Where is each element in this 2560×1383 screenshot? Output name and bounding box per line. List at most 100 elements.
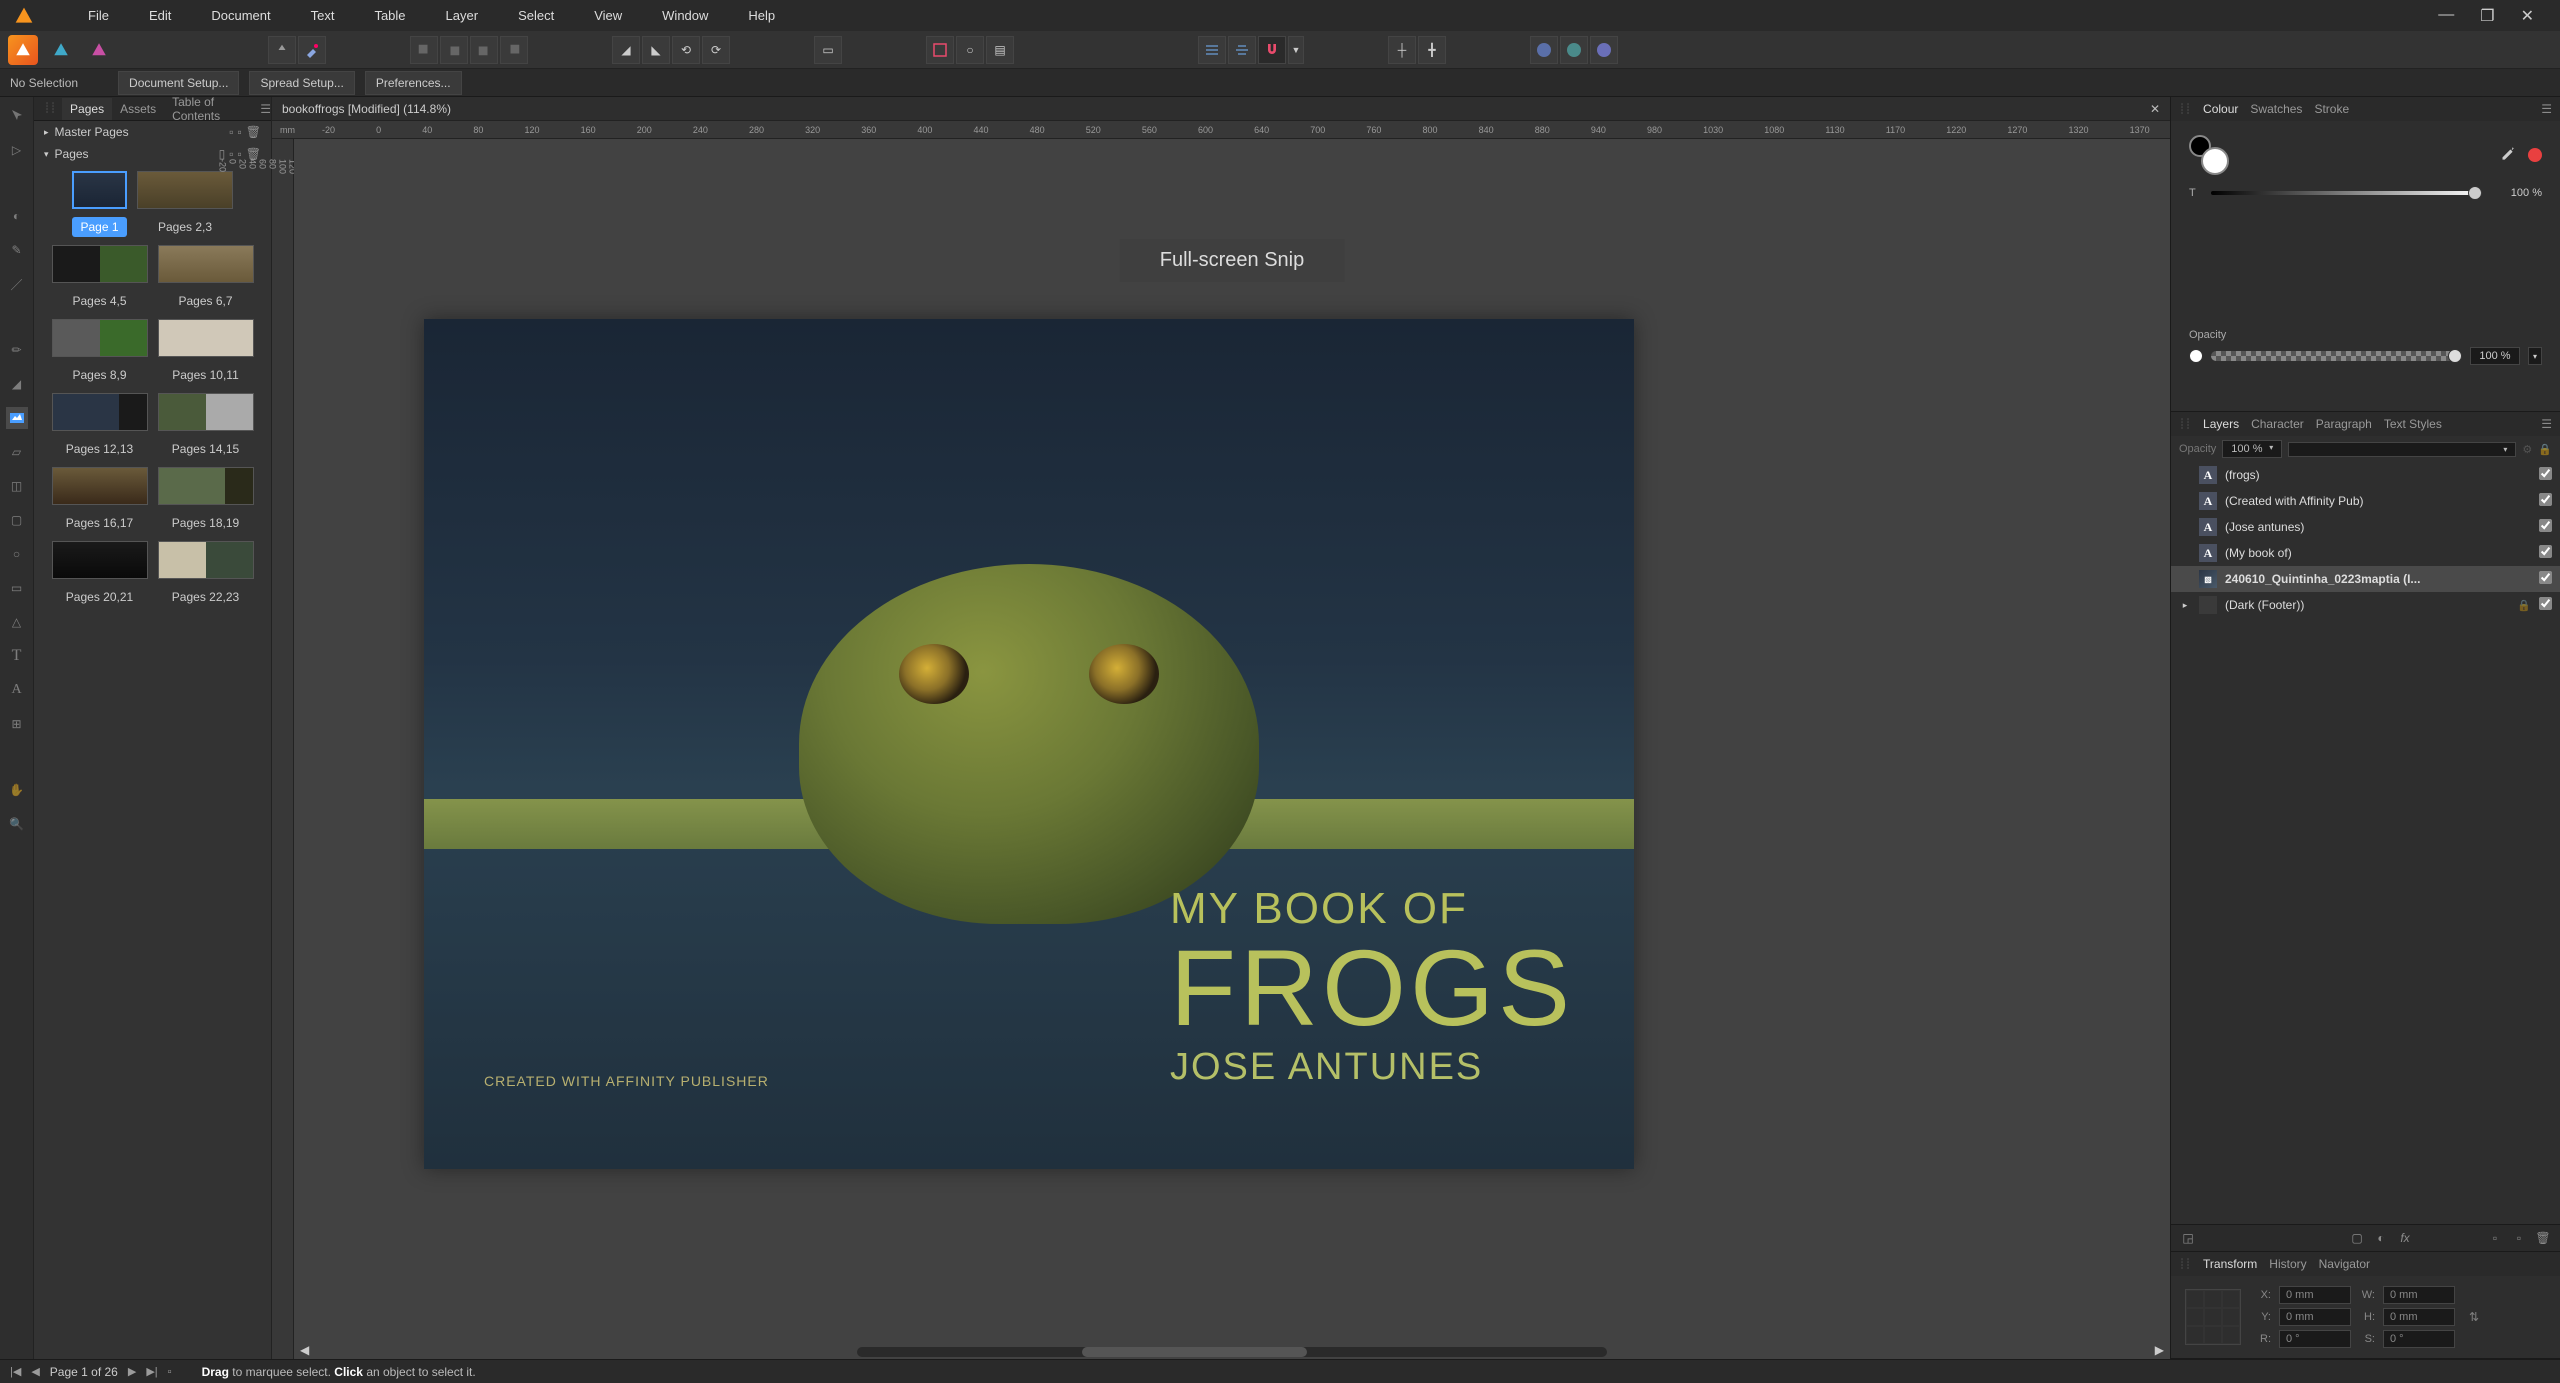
- layer-row[interactable]: ▧ 240610_Quintinha_0223maptia (I...: [2171, 566, 2560, 592]
- layer-row[interactable]: A (Jose antunes): [2171, 514, 2560, 540]
- frame-text-tool-icon[interactable]: A: [6, 679, 28, 701]
- opacity-slider[interactable]: [2211, 351, 2462, 361]
- layer-options-icon[interactable]: ⚙: [2522, 443, 2532, 456]
- picture-frame-tool-icon[interactable]: [6, 407, 28, 429]
- eyedropper-icon[interactable]: [2498, 145, 2518, 165]
- tab-textstyles[interactable]: Text Styles: [2384, 417, 2442, 431]
- page-thumb-12-13[interactable]: [52, 393, 148, 431]
- panel-menu-icon[interactable]: ☰: [2541, 417, 2552, 431]
- pencil-tool-icon[interactable]: ／: [6, 273, 28, 295]
- document-close-icon[interactable]: ✕: [2150, 102, 2160, 116]
- cover-footer[interactable]: CREATED WITH AFFINITY PUBLISHER: [484, 1073, 769, 1089]
- spread-setup-button[interactable]: Spread Setup...: [249, 71, 354, 95]
- sphere-3-icon[interactable]: [1590, 36, 1618, 64]
- snapping-dropdown-icon[interactable]: ▼: [1288, 36, 1304, 64]
- layer-row[interactable]: A (Created with Affinity Pub): [2171, 488, 2560, 514]
- preview-mode-icon[interactable]: [926, 36, 954, 64]
- clip-canvas-icon[interactable]: ○: [956, 36, 984, 64]
- designer-persona-icon[interactable]: [46, 35, 76, 65]
- tab-swatches[interactable]: Swatches: [2250, 102, 2302, 116]
- page-thumb-20-21[interactable]: [52, 541, 148, 579]
- insert-inside-icon[interactable]: ╋: [1418, 36, 1446, 64]
- artistic-text-tool-icon[interactable]: T: [6, 645, 28, 667]
- mask-layer-icon[interactable]: ▢: [2348, 1229, 2366, 1247]
- scroll-left-icon[interactable]: ◀: [300, 1343, 309, 1357]
- page-canvas[interactable]: MY BOOK OF FROGS JOSE ANTUNES CREATED WI…: [424, 319, 1634, 1169]
- tint-slider-thumb[interactable]: [2468, 186, 2482, 200]
- blend-mode-dropdown[interactable]: ▾: [2288, 442, 2516, 457]
- prev-page-icon[interactable]: ◀: [31, 1365, 39, 1378]
- node-tool-icon[interactable]: ▷: [6, 139, 28, 161]
- menu-file[interactable]: File: [68, 2, 129, 29]
- layer-visibility-checkbox[interactable]: [2539, 467, 2552, 480]
- panel-menu-icon[interactable]: ☰: [260, 102, 271, 116]
- menu-select[interactable]: Select: [498, 2, 574, 29]
- layer-visibility-checkbox[interactable]: [2539, 545, 2552, 558]
- flip-h-icon[interactable]: ◢: [612, 36, 640, 64]
- h-field[interactable]: 0 mm: [2383, 1308, 2455, 1326]
- fill-colour-well[interactable]: [2201, 147, 2229, 175]
- edit-all-layers-icon[interactable]: ◲: [2179, 1229, 2197, 1247]
- expand-layer-icon[interactable]: ▸: [2179, 600, 2191, 611]
- layer-row[interactable]: A (My book of): [2171, 540, 2560, 566]
- zoom-tool-icon[interactable]: 🔍: [6, 813, 28, 835]
- master-thumb-2-icon[interactable]: ▫: [238, 125, 242, 139]
- layer-locked-icon[interactable]: 🔒: [2517, 599, 2531, 612]
- style-brush-icon[interactable]: [298, 36, 326, 64]
- anchor-point-grid[interactable]: [2185, 1289, 2241, 1345]
- spread-toggle-icon[interactable]: ▫: [168, 1366, 172, 1378]
- rotate-cw-icon[interactable]: ⟳: [702, 36, 730, 64]
- sampled-colour-icon[interactable]: [2528, 148, 2542, 162]
- layer-lock-icon[interactable]: 🔒: [2538, 443, 2552, 456]
- arrange-forward-icon[interactable]: [470, 36, 498, 64]
- delete-layer-icon[interactable]: 🗑: [2534, 1229, 2552, 1247]
- tint-slider[interactable]: [2211, 191, 2482, 195]
- s-field[interactable]: 0 °: [2383, 1330, 2455, 1348]
- scroll-right-icon[interactable]: ▶: [2155, 1343, 2164, 1357]
- menu-text[interactable]: Text: [291, 2, 355, 29]
- layer-row[interactable]: ▸ (Dark (Footer)) 🔒: [2171, 592, 2560, 618]
- hand-tool-icon[interactable]: ✋: [6, 779, 28, 801]
- sphere-1-icon[interactable]: [1530, 36, 1558, 64]
- tab-assets[interactable]: Assets: [112, 98, 164, 120]
- flip-v-icon[interactable]: ◣: [642, 36, 670, 64]
- sphere-2-icon[interactable]: [1560, 36, 1588, 64]
- layer-visibility-checkbox[interactable]: [2539, 597, 2552, 610]
- close-icon[interactable]: ✕: [2513, 2, 2542, 30]
- gradient-tool-icon[interactable]: ◐: [6, 205, 28, 227]
- canvas-viewport[interactable]: MY BOOK OF FROGS JOSE ANTUNES CREATED WI…: [294, 139, 2170, 1359]
- publisher-persona-icon[interactable]: [8, 35, 38, 65]
- document-setup-button[interactable]: Document Setup...: [118, 71, 239, 95]
- document-tab[interactable]: bookoffrogs [Modified] (114.8%): [282, 102, 2150, 116]
- opacity-value[interactable]: 100 %: [2470, 347, 2520, 365]
- colour-wells[interactable]: [2189, 135, 2229, 175]
- tab-layers[interactable]: Layers: [2203, 417, 2239, 431]
- add-pixel-layer-icon[interactable]: ▫: [2510, 1229, 2528, 1247]
- tab-stroke[interactable]: Stroke: [2314, 102, 2349, 116]
- tint-value[interactable]: 100 %: [2492, 187, 2542, 199]
- x-field[interactable]: 0 mm: [2279, 1286, 2351, 1304]
- rectangle-tool-icon[interactable]: ▢: [6, 509, 28, 531]
- last-page-icon[interactable]: ▶|: [146, 1365, 157, 1378]
- next-page-icon[interactable]: ▶: [128, 1365, 136, 1378]
- panel-handle-icon[interactable]: ┊┊: [44, 103, 56, 114]
- menu-view[interactable]: View: [574, 2, 642, 29]
- panel-handle-icon[interactable]: ┊┊: [2179, 1259, 2191, 1270]
- preferences-button[interactable]: Preferences...: [365, 71, 462, 95]
- insert-target-icon[interactable]: ┼: [1388, 36, 1416, 64]
- tab-paragraph[interactable]: Paragraph: [2316, 417, 2372, 431]
- align-center-icon[interactable]: [1228, 36, 1256, 64]
- tab-pages[interactable]: Pages: [62, 98, 112, 120]
- ellipse-tool-icon[interactable]: ○: [6, 543, 28, 565]
- add-layer-icon[interactable]: ▫: [2486, 1229, 2504, 1247]
- panel-menu-icon[interactable]: ☰: [2541, 102, 2552, 116]
- first-page-icon[interactable]: |◀: [10, 1365, 21, 1378]
- arrow-up-icon[interactable]: [268, 36, 296, 64]
- master-delete-icon[interactable]: 🗑: [246, 125, 261, 139]
- layer-row[interactable]: A (frogs): [2171, 462, 2560, 488]
- opacity-dropdown-icon[interactable]: ▾: [2528, 347, 2542, 365]
- panel-handle-icon[interactable]: ┊┊: [2179, 419, 2191, 430]
- brush-tool-icon[interactable]: ✏: [6, 339, 28, 361]
- menu-layer[interactable]: Layer: [426, 2, 499, 29]
- menu-help[interactable]: Help: [728, 2, 795, 29]
